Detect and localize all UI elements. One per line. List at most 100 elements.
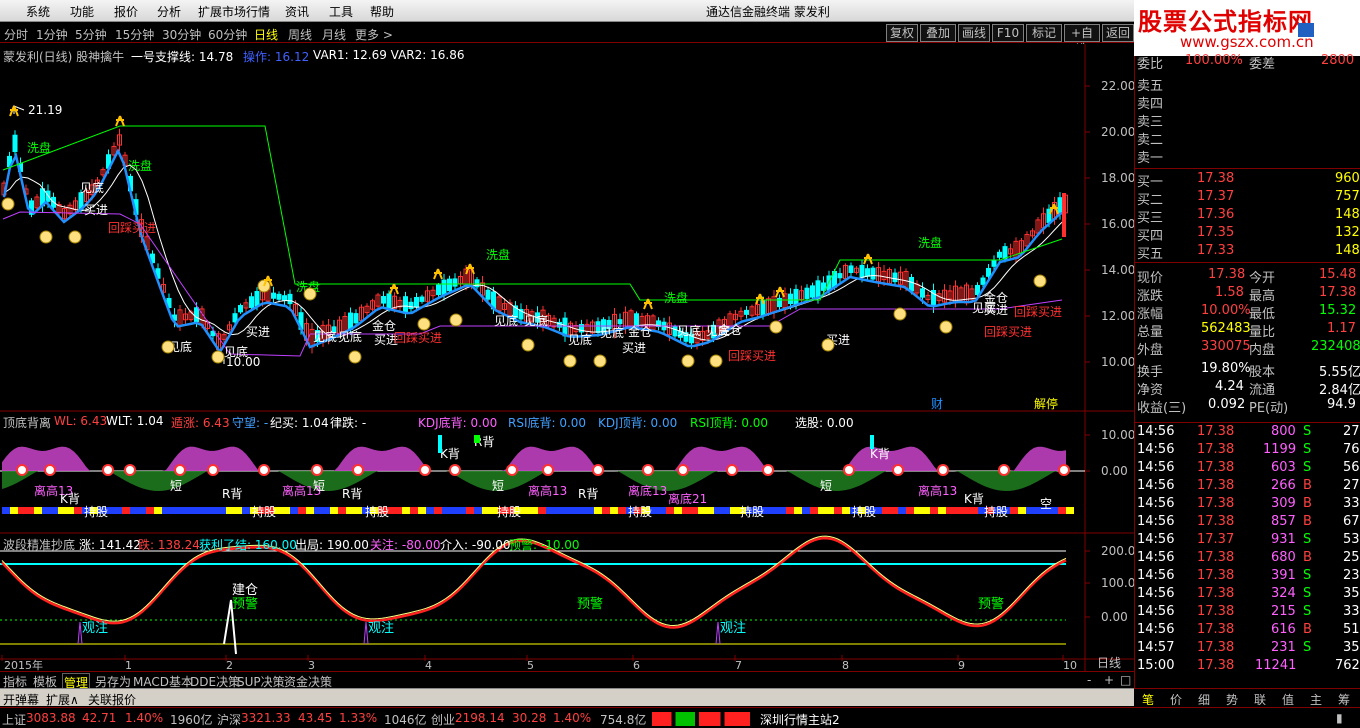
quote-tab[interactable]: 值 [1282,691,1294,708]
kline-chart-area[interactable]: 22.0020.0018.0016.0014.0012.0010.0010.00… [0,44,1134,671]
zoom-in-button[interactable]: + [1104,673,1114,687]
trend-bar-segment [218,507,226,514]
period-15min[interactable]: 15分钟 [115,26,154,43]
trend-bar-segment [810,507,818,514]
add-watchlist-button[interactable]: +自选 [1064,24,1100,56]
trend-bar-segment [458,507,466,514]
money-bag-icon [593,354,607,368]
quote-cell: 100.00% [1185,53,1243,68]
ind1-title: 顶底背离 [3,416,52,430]
quote-cell: 762 [1335,658,1360,673]
tick-row: 14:56 17.38 309 B 33 [1135,495,1360,513]
ind1-ds: 遁涨: 6.43 [171,416,230,430]
trend-bar-segment [330,507,338,514]
danmaku-button[interactable]: 开弹幕 [3,691,39,708]
menu-tools[interactable]: 工具 [329,3,353,20]
trend-bar-segment [202,507,210,514]
quote-tab[interactable]: 细 [1198,691,1210,708]
quote-cell: 324 [1271,586,1296,601]
sell-row: 卖二 [1135,128,1360,148]
hold-label: 持股 [984,504,1008,519]
signal-icon: ▮ [1336,711,1343,725]
quote-cell: S [1303,604,1312,619]
candle [194,307,199,323]
quote-cell: 15.48 [1319,267,1357,282]
buy-row: 买四 17.35 132 [1135,224,1360,244]
period-tick[interactable]: 分时 [4,26,28,43]
stat-row: 净资 4.24 流通 2.84亿 [1135,378,1360,398]
draw-line-button[interactable]: 画线 [958,24,990,42]
candle [232,313,238,323]
trend-bar-segment [1010,507,1018,514]
k-div-label: K背 [60,492,80,506]
quote-cell: 931 [1271,532,1296,547]
quote-tab[interactable]: 联 [1254,691,1266,708]
period-60min[interactable]: 60分钟 [208,26,247,43]
short-label: 短 [313,479,325,493]
quote-cell: 14:56 [1137,496,1175,511]
trend-bar-segment [418,507,426,514]
menu-help[interactable]: 帮助 [370,3,394,20]
quote-cell: S [1303,442,1312,457]
quote-cell: 委差 [1249,57,1276,72]
trend-bar-segment [602,507,610,514]
menu-quote[interactable]: 报价 [114,3,138,20]
hs-label: 沪深 [217,713,242,727]
chart-annotation-label: 见底 [600,325,624,340]
zoom-out-button[interactable]: - [1087,673,1091,687]
overlay-button[interactable]: 叠加 [920,24,956,42]
quote-cell: 17.38 [1208,267,1246,282]
chart-annotation-label: 回踩买进 [1014,305,1062,319]
fullscreen-button[interactable]: □ [1120,673,1131,687]
menu-system[interactable]: 系统 [26,3,50,20]
quote-tab[interactable]: 筹 [1338,691,1350,708]
chart-annotation-label: 回踩买进 [984,325,1032,339]
quote-cell: 17.38 [1197,640,1235,655]
chart-annotation-label: 买进 [622,341,646,355]
menu-analysis[interactable]: 分析 [157,3,181,20]
period-1min[interactable]: 1分钟 [36,26,68,43]
tick-row: 14:56 17.38 603 S 56 [1135,459,1360,477]
candle [997,251,1002,258]
f10-button[interactable]: F10 [992,24,1024,42]
money-bag-icon [1,197,15,211]
period-more[interactable]: 更多 > [355,26,393,43]
fuquan-button[interactable]: 复权 [886,24,918,42]
quote-cell: 14:56 [1137,514,1175,529]
candle [991,260,997,267]
trend-bar-segment [794,507,802,514]
menu-function[interactable]: 功能 [70,3,94,20]
trend-bar-segment [42,507,50,514]
buy-row: 买一 17.38 960 [1135,170,1360,190]
menu-ext-market[interactable]: 扩展市场行情 [198,3,270,20]
trend-bar-segment [826,507,834,514]
quote-tab[interactable]: 主 [1310,691,1322,708]
quote-cell: 33 [1343,496,1360,511]
trend-bar-segment [658,507,666,514]
period-day[interactable]: 日线 [254,26,278,43]
quote-tab[interactable]: 势 [1226,691,1238,708]
quote-cell: 33 [1343,604,1360,619]
period-month[interactable]: 月线 [322,26,346,43]
server-name[interactable]: 深圳行情主站2 [760,711,840,728]
period-30min[interactable]: 30分钟 [162,26,201,43]
day-tag: 日线 [1097,656,1121,670]
ind2-tick-label: 0.00 [1101,610,1128,624]
period-5min[interactable]: 5分钟 [75,26,107,43]
trend-bar-segment [522,507,530,514]
quote-tab[interactable]: 价 [1170,691,1182,708]
mark-button[interactable]: 标记 [1026,24,1062,42]
var-values: VAR1: 12.69 VAR2: 16.86 [313,48,465,62]
chart-annotation-label: 金仓 [628,324,652,339]
menu-info[interactable]: 资讯 [285,3,309,20]
signal-dot-icon [726,464,738,476]
expand-button[interactable]: 扩展∧ [46,691,79,708]
back-button[interactable]: 返回 [1102,24,1134,42]
support-line-value: 一号支撑线: 14.78 [131,50,234,64]
time-tick-label: 3 [308,659,315,671]
quote-tab[interactable]: 笔 [1142,691,1154,708]
period-week[interactable]: 周线 [288,26,312,43]
quote-cell: 14:56 [1137,442,1175,457]
candle [276,293,282,300]
related-quote-button[interactable]: 关联报价 [88,691,136,708]
